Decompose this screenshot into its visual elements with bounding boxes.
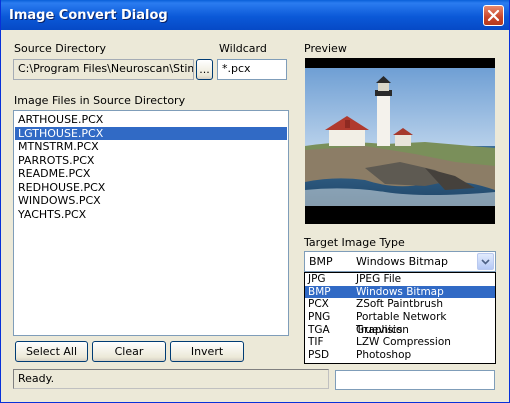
target-type-option[interactable]: PNG Portable Network Graphics xyxy=(305,311,495,336)
dialog-window: Image Convert Dialog Source Directory C:… xyxy=(0,0,510,403)
file-list-item[interactable]: REDHOUSE.PCX xyxy=(15,181,287,195)
close-button[interactable] xyxy=(483,5,504,26)
preview-image xyxy=(305,58,495,224)
target-type-option[interactable]: PCX ZSoft Paintbrush xyxy=(305,298,495,311)
title-bar[interactable]: Image Convert Dialog xyxy=(1,0,509,30)
option-code: JPG xyxy=(308,273,326,285)
file-list-item[interactable]: README.PCX xyxy=(15,167,287,181)
lighthouse-preview-image xyxy=(305,58,495,224)
option-code: PSD xyxy=(308,349,330,362)
option-name: LZW Compression xyxy=(356,336,451,349)
target-type-combobox[interactable]: BMP Windows Bitmap xyxy=(304,251,496,272)
option-name: Photoshop xyxy=(356,349,412,362)
option-code: PCX xyxy=(308,298,329,311)
target-type-option[interactable]: TIF LZW Compression xyxy=(305,336,495,349)
target-type-option[interactable]: JPG JPEG File xyxy=(305,273,495,286)
file-list-item[interactable]: MTNSTRM.PCX xyxy=(15,140,287,154)
source-directory-label: Source Directory xyxy=(14,42,106,55)
option-code: BMP xyxy=(308,285,331,298)
option-code: PNG xyxy=(308,311,331,324)
source-directory-field[interactable]: C:\Program Files\Neuroscan\Stim2\ xyxy=(13,59,194,80)
file-list-item[interactable]: ARTHOUSE.PCX xyxy=(15,113,287,127)
option-name: JPEG File xyxy=(356,273,402,285)
status-text: Ready. xyxy=(18,372,55,385)
option-code: TGA xyxy=(308,323,330,336)
browse-button[interactable]: ... xyxy=(196,59,213,80)
target-type-option[interactable]: BMP Windows Bitmap xyxy=(305,285,495,299)
wildcard-label: Wildcard xyxy=(219,42,267,55)
dropdown-arrow-button[interactable] xyxy=(477,253,494,270)
status-bar: Ready. xyxy=(13,369,329,389)
wildcard-field[interactable]: *.pcx xyxy=(217,59,287,80)
target-type-option[interactable]: TGA Truevision xyxy=(305,324,495,337)
file-list-item[interactable]: YACHTS.PCX xyxy=(15,208,287,222)
target-type-dropdown-list[interactable]: JPG JPEG File BMP Windows Bitmap PCX ZSoft Pa… xyxy=(304,272,496,364)
select-all-button[interactable]: Select All xyxy=(15,341,88,362)
invert-button[interactable]: Invert xyxy=(170,341,244,362)
file-list-item[interactable]: LGTHOUSE.PCX xyxy=(15,126,287,140)
target-type-label: Target Image Type xyxy=(304,236,405,249)
target-type-code: BMP xyxy=(309,255,333,268)
file-list-item[interactable]: PARROTS.PCX xyxy=(15,154,287,168)
option-name: Windows Bitmap xyxy=(356,285,444,298)
window-title: Image Convert Dialog xyxy=(9,8,168,23)
status-progress-field xyxy=(335,370,495,390)
option-name: ZSoft Paintbrush xyxy=(356,298,443,311)
clear-button[interactable]: Clear xyxy=(92,341,166,362)
file-listbox[interactable]: ARTHOUSE.PCX LGTHOUSE.PCX MTNSTRM.PCX PARRO… xyxy=(13,110,289,336)
preview-label: Preview xyxy=(304,42,347,55)
close-icon xyxy=(487,9,500,22)
target-type-name: Windows Bitmap xyxy=(356,255,448,268)
file-list-label: Image Files in Source Directory xyxy=(14,94,186,107)
option-code: TIF xyxy=(308,336,324,349)
chevron-down-icon xyxy=(481,258,490,265)
option-name: Truevision xyxy=(356,323,409,336)
target-type-option[interactable]: PSD Photoshop xyxy=(305,349,495,362)
file-list-item[interactable]: WINDOWS.PCX xyxy=(15,194,287,208)
